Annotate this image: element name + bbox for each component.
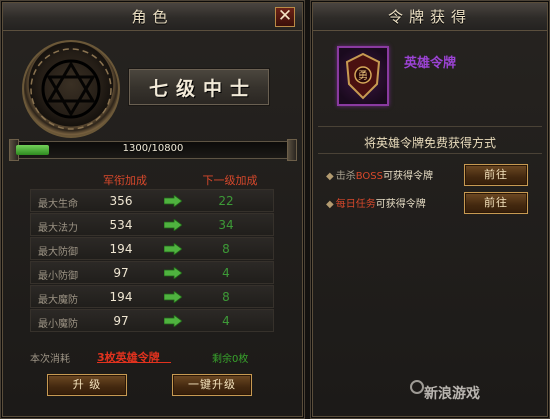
stat-next-value: 22 [218, 194, 234, 208]
one-click-upgrade-button[interactable]: 一键升级 [172, 374, 252, 396]
green-arrow-icon [164, 315, 182, 327]
current-bonus-header: 军衔加成 [103, 174, 147, 187]
acquire-methods-title: 将英雄令牌免费获得方式 [363, 136, 496, 150]
close-icon[interactable]: ✕ [278, 6, 292, 26]
sina-logo-icon [410, 380, 424, 394]
stat-next-value: 4 [222, 314, 230, 328]
stat-next-value: 34 [218, 218, 234, 232]
diamond-bullet-icon: ◆ [326, 171, 334, 182]
green-arrow-icon [164, 219, 182, 231]
upgrade-button[interactable]: 升 级 [47, 374, 127, 396]
stat-label: 最大魔防 [38, 295, 78, 306]
source-row: ◆ 每日任务可获得令牌 [326, 195, 426, 210]
source-suffix: 可获得令牌 [375, 199, 426, 210]
source-prefix: 击杀 [335, 171, 356, 182]
source-highlight: BOSS [355, 171, 383, 182]
character-panel-title-bar: 角色 ✕ [3, 3, 302, 31]
rank-title: 七级中士 [148, 77, 257, 100]
stat-next-value: 4 [222, 266, 230, 280]
token-panel-title-bar: 令牌获得 [313, 3, 547, 31]
watermark: 新浪游戏 [424, 386, 480, 402]
stat-current-value: 194 [109, 242, 133, 256]
stat-row: 最大生命 356 22 [30, 189, 274, 212]
xp-bar-right-cap [287, 139, 297, 161]
cost-label: 本次消耗 [30, 354, 70, 365]
hero-token-icon: 勇 [345, 52, 381, 100]
goto-button[interactable]: 前往 [464, 164, 528, 186]
character-panel-title: 角色 [131, 8, 174, 26]
stat-current-value: 97 [113, 266, 129, 280]
green-arrow-icon [164, 243, 182, 255]
stat-row: 最大防御 194 8 [30, 237, 274, 260]
xp-bar: 1300/10800 [9, 139, 297, 161]
source-highlight: 每日任务 [335, 199, 376, 210]
rank-emblem [22, 40, 120, 138]
stat-label: 最小魔防 [38, 319, 78, 330]
green-arrow-icon [164, 267, 182, 279]
diamond-bullet-icon: ◆ [326, 199, 334, 210]
stat-next-value: 8 [222, 242, 230, 256]
stat-row: 最小防御 97 4 [30, 261, 274, 284]
goto-button[interactable]: 前往 [464, 192, 528, 214]
stat-current-value: 194 [109, 290, 133, 304]
token-panel-title: 令牌获得 [387, 8, 472, 26]
stat-label: 最大生命 [38, 199, 78, 210]
stat-label: 最大法力 [38, 223, 78, 234]
green-arrow-icon [164, 291, 182, 303]
remaining-count: 剩余0枚 [212, 354, 249, 365]
next-bonus-header: 下一级加成 [202, 174, 258, 187]
cost-item-underline [97, 362, 171, 363]
stat-current-value: 534 [109, 218, 133, 232]
stat-current-value: 97 [113, 314, 129, 328]
source-row: ◆ 击杀BOSS可获得令牌 [326, 167, 433, 182]
section-divider-top [318, 126, 542, 127]
xp-text: 1300/10800 [122, 143, 184, 154]
stat-current-value: 356 [109, 194, 133, 208]
svg-text:勇: 勇 [358, 70, 368, 82]
section-divider-bottom [318, 153, 542, 154]
green-arrow-icon [164, 195, 182, 207]
stat-next-value: 8 [222, 290, 230, 304]
source-suffix: 可获得令牌 [382, 171, 433, 182]
hero-token-slot[interactable]: 勇 [337, 46, 389, 106]
stat-label: 最大防御 [38, 247, 78, 258]
stat-row: 最大魔防 194 8 [30, 285, 274, 308]
close-button[interactable]: ✕ [275, 7, 295, 27]
stat-row: 最小魔防 97 4 [30, 309, 274, 332]
stat-row: 最大法力 534 34 [30, 213, 274, 236]
hexagram-emblem-icon [30, 48, 112, 130]
stat-label: 最小防御 [38, 271, 78, 282]
token-item-name: 英雄令牌 [404, 56, 457, 71]
rank-plate: 七级中士 [128, 68, 270, 106]
